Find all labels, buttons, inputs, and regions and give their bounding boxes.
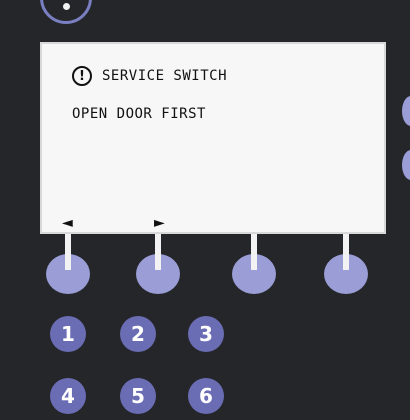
knob-indicator-dot [63,3,70,10]
screen-title: SERVICE SWITCH [102,68,228,84]
softkey-1-stem [65,234,71,270]
softkey-3-stem [251,234,257,270]
number-key-3[interactable]: 3 [188,316,224,352]
number-key-6[interactable]: 6 [188,378,224,414]
softkey-4-stem [343,234,349,270]
triangle-left-icon: ◄ [62,215,73,231]
softkey-2[interactable] [136,234,180,296]
device-panel: ! SERVICE SWITCH OPEN DOOR FIRST ◄ ► 1 2… [0,0,410,420]
softkey-3[interactable] [232,234,276,296]
side-button-upper[interactable] [402,96,410,126]
screen-message: OPEN DOOR FIRST [72,106,206,122]
warning-row: ! SERVICE SWITCH [72,66,227,86]
number-key-5[interactable]: 5 [120,378,156,414]
softkey-1[interactable] [46,234,90,296]
number-key-4[interactable]: 4 [50,378,86,414]
number-key-1[interactable]: 1 [50,316,86,352]
softkey-4[interactable] [324,234,368,296]
exclamation-circle-icon: ! [72,66,92,86]
triangle-right-icon: ► [154,215,165,231]
side-button-lower[interactable] [402,150,410,180]
lcd-screen: ! SERVICE SWITCH OPEN DOOR FIRST ◄ ► [40,42,386,234]
number-key-2[interactable]: 2 [120,316,156,352]
rotary-knob[interactable] [40,0,92,24]
softkey-2-stem [155,234,161,270]
